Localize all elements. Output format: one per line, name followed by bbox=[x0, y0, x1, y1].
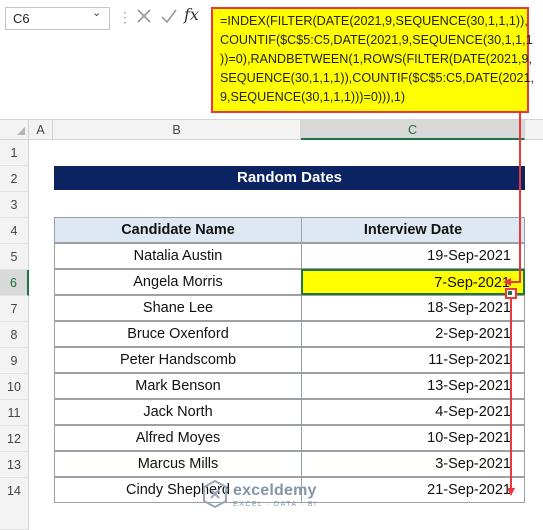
row-header-active[interactable]: 6 bbox=[0, 270, 29, 296]
watermark-tagline: EXCEL · DATA · BI bbox=[233, 501, 318, 508]
candidate-name-cell[interactable]: Mark Benson bbox=[54, 373, 302, 399]
check-icon[interactable] bbox=[159, 6, 179, 26]
candidate-name-cell[interactable]: Natalia Austin bbox=[54, 243, 302, 269]
row-header[interactable]: 13 bbox=[0, 452, 29, 478]
interview-date-cell[interactable]: 11-Sep-2021 bbox=[301, 347, 525, 373]
column-title-interview-date[interactable]: Interview Date bbox=[301, 217, 525, 243]
formula-line: SEQUENCE(30,1,1,1)),COUNTIF($C$5:C5,DATE… bbox=[220, 71, 535, 85]
column-header-b[interactable]: B bbox=[53, 120, 301, 140]
formula-bar-grip-icon: ⋮ bbox=[118, 9, 132, 25]
candidate-name-cell[interactable]: Bruce Oxenford bbox=[54, 321, 302, 347]
row-header[interactable]: 11 bbox=[0, 400, 29, 426]
interview-date-cell[interactable]: 4-Sep-2021 bbox=[301, 399, 525, 425]
row-header[interactable]: 7 bbox=[0, 296, 29, 322]
interview-date-cell[interactable]: 10-Sep-2021 bbox=[301, 425, 525, 451]
x-icon[interactable] bbox=[134, 6, 154, 26]
insert-function-icon[interactable]: fx bbox=[184, 5, 199, 24]
row-header[interactable]: 10 bbox=[0, 374, 29, 400]
formula-line: ))=0),RANDBETWEEN(1,ROWS(FILTER(DATE(202… bbox=[220, 52, 532, 66]
interview-date-cell[interactable]: 13-Sep-2021 bbox=[301, 373, 525, 399]
column-header-row: A B C bbox=[0, 119, 543, 140]
row-header[interactable]: 2 bbox=[0, 166, 29, 192]
interview-date-cell[interactable]: 2-Sep-2021 bbox=[301, 321, 525, 347]
row-header[interactable]: 9 bbox=[0, 348, 29, 374]
row-header[interactable]: 5 bbox=[0, 244, 29, 270]
row-header[interactable]: 4 bbox=[0, 218, 29, 244]
interview-date-cell[interactable]: 19-Sep-2021 bbox=[301, 243, 525, 269]
candidate-name-cell[interactable]: Alfred Moyes bbox=[54, 425, 302, 451]
column-title-candidate-name[interactable]: Candidate Name bbox=[54, 217, 302, 243]
select-all-icon bbox=[17, 127, 25, 135]
formula-input[interactable]: =INDEX(FILTER(DATE(2021,9,SEQUENCE(30,1,… bbox=[211, 7, 535, 113]
interview-date-cell[interactable]: 3-Sep-2021 bbox=[301, 451, 525, 477]
row-header[interactable]: 12 bbox=[0, 426, 29, 452]
candidate-name-cell[interactable]: Angela Morris bbox=[54, 269, 302, 295]
interview-date-cell[interactable]: 18-Sep-2021 bbox=[301, 295, 525, 321]
watermark-text: exceldemy bbox=[233, 482, 317, 499]
candidate-name-cell[interactable]: Marcus Mills bbox=[54, 451, 302, 477]
row-header[interactable]: 8 bbox=[0, 322, 29, 348]
formula-line: =INDEX(FILTER(DATE(2021,9,SEQUENCE(30,1,… bbox=[220, 14, 528, 28]
column-header-c[interactable]: C bbox=[301, 120, 525, 140]
row-header[interactable]: 14 bbox=[0, 478, 29, 530]
formula-line: COUNTIF($C$5:C5,DATE(2021,9,SEQUENCE(30,… bbox=[220, 33, 533, 47]
fill-handle-dot bbox=[508, 291, 512, 295]
interview-date-cell-selected[interactable]: 7-Sep-2021 bbox=[301, 269, 525, 295]
exceldemy-logo-icon bbox=[203, 479, 227, 509]
formula-line: 9,SEQUENCE(30,1,1,1)))=0))),1) bbox=[220, 90, 406, 104]
sheet-title[interactable]: Random Dates bbox=[54, 166, 525, 190]
candidate-name-cell[interactable]: Peter Handscomb bbox=[54, 347, 302, 373]
candidate-name-cell[interactable]: Jack North bbox=[54, 399, 302, 425]
candidate-name-cell[interactable]: Shane Lee bbox=[54, 295, 302, 321]
column-header-a[interactable]: A bbox=[29, 120, 53, 140]
chevron-down-icon[interactable]: ⌄ bbox=[92, 6, 101, 19]
row-header[interactable]: 1 bbox=[0, 140, 29, 166]
interview-date-cell[interactable]: 21-Sep-2021 bbox=[301, 477, 525, 503]
row-header[interactable]: 3 bbox=[0, 192, 29, 218]
